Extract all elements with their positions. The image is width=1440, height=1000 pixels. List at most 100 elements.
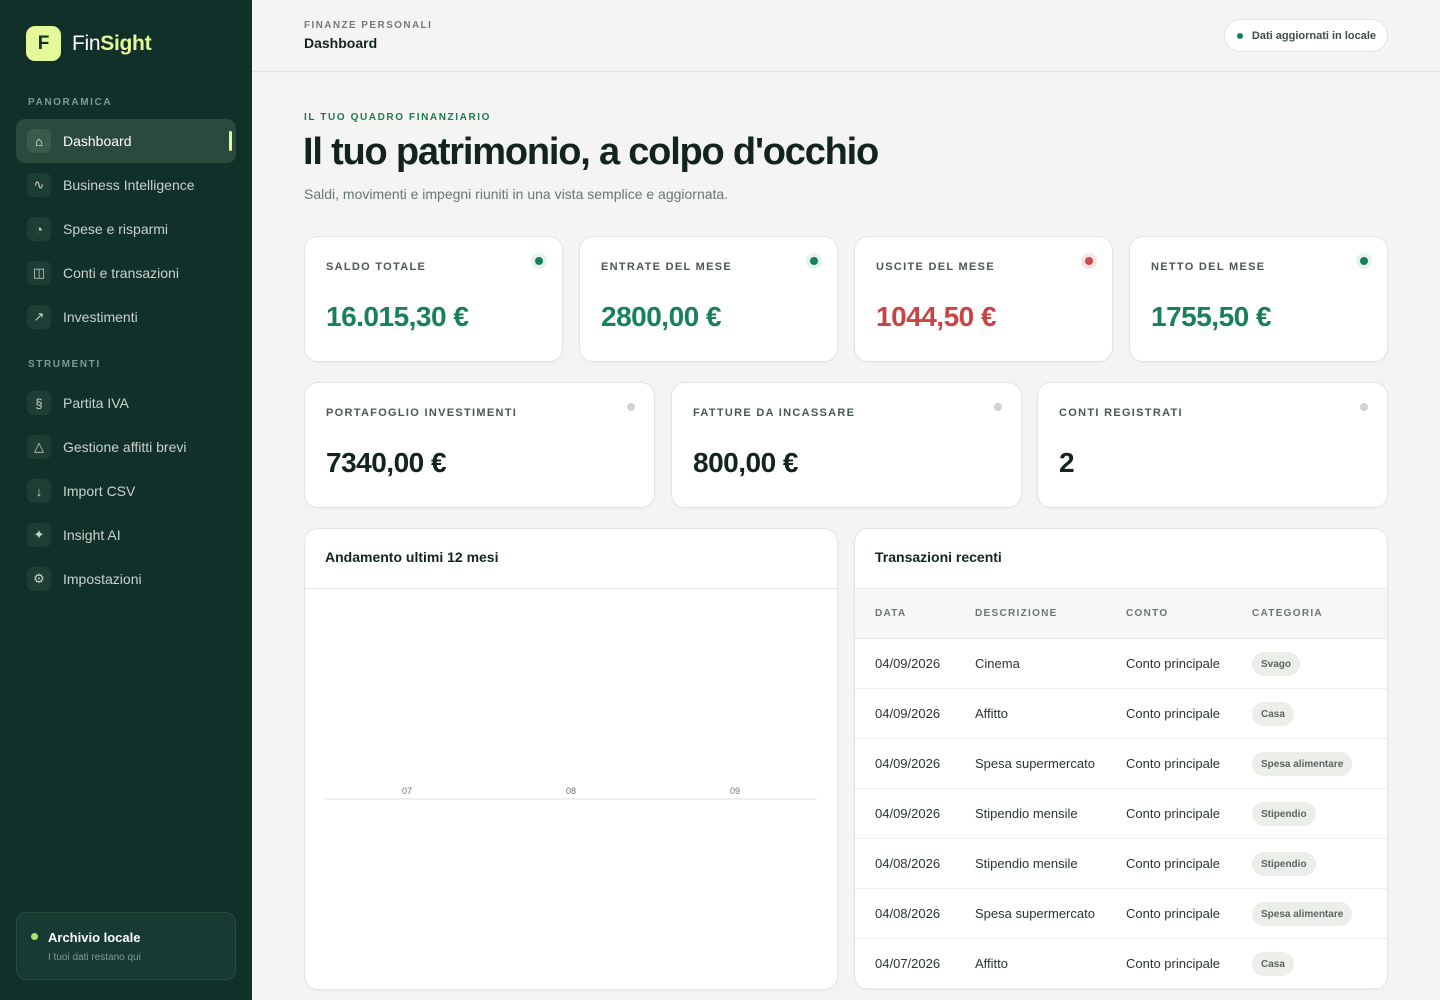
table-row[interactable]: 04/09/2026 Spesa supermercato Conto princi…	[855, 739, 1387, 789]
cell-description: Affitto	[975, 956, 1009, 971]
status-badge: Dati aggiornati in locale	[1223, 19, 1388, 52]
status-dot-icon	[806, 253, 822, 269]
cell-description: Cinema	[975, 656, 1020, 671]
cell-description: Affitto	[975, 706, 1009, 721]
sidebar-item-dashboard[interactable]: ⌂ Dashboard	[16, 119, 236, 163]
table-row[interactable]: 04/08/2026 Spesa supermercato Conto princi…	[855, 889, 1387, 939]
sidebar-item-label: Gestione affitti brevi	[63, 439, 187, 455]
table-row[interactable]: 04/09/2026 Affitto Conto principale Casa	[855, 689, 1387, 739]
metric-label: NETTO DEL MESE	[1151, 261, 1266, 273]
category-tag: Stipendio	[1252, 852, 1316, 876]
table-row[interactable]: 04/07/2026 Affitto Conto principale Casa	[855, 939, 1387, 989]
status-dot-icon	[1236, 33, 1243, 39]
gear-icon: ⚙	[27, 567, 51, 591]
pie-icon: ◔	[27, 217, 51, 241]
sidebar-item-investimenti[interactable]: ↗ Investimenti	[16, 295, 236, 339]
sidebar-item-import-csv[interactable]: ↓ Import CSV	[16, 469, 236, 513]
sidebar-item-conti-e-transazioni[interactable]: ◫ Conti e transazioni	[16, 251, 236, 295]
category-tag: Spesa alimentare	[1252, 902, 1353, 926]
archive-subtitle: I tuoi dati restano qui	[48, 952, 141, 963]
cell-description: Spesa supermercato	[975, 906, 1095, 921]
column-header-description[interactable]: DESCRIZIONE	[975, 608, 1058, 619]
sidebar-item-label: Spese e risparmi	[63, 221, 169, 237]
cell-description: Spesa supermercato	[975, 756, 1095, 771]
hero-kicker: IL TUO QUADRO FINANZIARIO	[304, 112, 492, 123]
sidebar-item-insight-ai[interactable]: ✦ Insight AI	[16, 513, 236, 557]
local-archive-card: Archivio locale I tuoi dati restano qui	[16, 912, 236, 980]
triangle-icon: △	[27, 435, 51, 459]
category-tag: Stipendio	[1252, 802, 1316, 826]
metric-value: 2800,00 €	[601, 301, 722, 332]
status-dot-icon	[1356, 253, 1372, 269]
status-dot-icon	[990, 399, 1006, 415]
top-bar: FINANZE PERSONALI Dashboard Dati aggiorn…	[252, 0, 1440, 72]
sidebar-item-partita-iva[interactable]: § Partita IVA	[16, 381, 236, 425]
metric-label: USCITE DEL MESE	[876, 261, 995, 273]
cell-date: 04/09/2026	[875, 656, 941, 671]
brand-logo: F	[26, 26, 61, 61]
sidebar-item-label: Insight AI	[63, 527, 121, 543]
metric-label: CONTI REGISTRATI	[1059, 407, 1183, 419]
trend-icon: ∿	[27, 173, 51, 197]
trend-chart-panel: Andamento ultimi 12 mesi 07 08 09	[304, 528, 838, 990]
cell-account: Conto principale	[1126, 856, 1220, 871]
sidebar-item-gestione-affitti-brevi[interactable]: △ Gestione affitti brevi	[16, 425, 236, 469]
metric-card-entrate-del-mese: ENTRATE DEL MESE 2800,00 €	[579, 236, 838, 362]
brand-name: FinSight	[72, 31, 152, 55]
metric-card-portafoglio-investimenti: PORTAFOGLIO INVESTIMENTI 7340,00 €	[304, 382, 655, 508]
metric-card-saldo-totale: SALDO TOTALE 16.015,30 €	[304, 236, 563, 362]
category-tag: Svago	[1252, 652, 1301, 676]
cell-account: Conto principale	[1126, 706, 1220, 721]
x-tick-label: 08	[566, 786, 576, 796]
column-header-category[interactable]: CATEGORIA	[1252, 608, 1323, 619]
sidebar-item-label: Import CSV	[63, 483, 136, 499]
metric-value: 7340,00 €	[326, 447, 447, 478]
section-icon: §	[27, 391, 51, 415]
cell-date: 04/07/2026	[875, 956, 941, 971]
nav-section-tools: STRUMENTI	[28, 359, 101, 370]
table-row[interactable]: 04/08/2026 Stipendio mensile Conto princip…	[855, 839, 1387, 889]
breadcrumb-section: FINANZE PERSONALI	[304, 20, 433, 31]
brand[interactable]: F FinSight	[26, 26, 152, 61]
recent-transactions-panel: Transazioni recenti DATA DESCRIZIONE CON…	[854, 528, 1388, 990]
metric-card-conti-registrati: CONTI REGISTRATI 2	[1037, 382, 1388, 508]
sparkle-icon: ✦	[27, 523, 51, 547]
chart-panel-title: Andamento ultimi 12 mesi	[325, 549, 499, 565]
metric-value: 800,00 €	[693, 447, 799, 478]
sidebar-item-spese-e-risparmi[interactable]: ◔ Spese e risparmi	[16, 207, 236, 251]
status-dot-icon	[531, 253, 547, 269]
metric-value: 1044,50 €	[876, 301, 997, 332]
cell-description: Stipendio mensile	[975, 806, 1078, 821]
sidebar-item-business-intelligence[interactable]: ∿ Business Intelligence	[16, 163, 236, 207]
x-tick-label: 09	[730, 786, 740, 796]
status-text: Dati aggiornati in locale	[1251, 29, 1376, 42]
cell-account: Conto principale	[1126, 756, 1220, 771]
trend-chart: 07 08 09	[325, 786, 817, 800]
table-row[interactable]: 04/09/2026 Cinema Conto principale Svago	[855, 639, 1387, 689]
column-header-account[interactable]: CONTO	[1126, 608, 1168, 619]
wallet-icon: ◫	[27, 261, 51, 285]
sidebar-item-label: Investimenti	[63, 309, 138, 325]
archive-title: Archivio locale	[48, 930, 141, 945]
metric-card-netto-del-mese: NETTO DEL MESE 1755,50 €	[1129, 236, 1388, 362]
category-tag: Casa	[1252, 702, 1294, 726]
metric-card-fatture-da-incassare: FATTURE DA INCASSARE 800,00 €	[671, 382, 1022, 508]
download-icon: ↓	[27, 479, 51, 503]
sidebar-item-label: Business Intelligence	[63, 177, 195, 193]
metric-label: SALDO TOTALE	[326, 261, 427, 273]
sidebar: F FinSight PANORAMICA ⌂ Dashboard ∿ Busines…	[0, 0, 252, 1000]
transactions-panel-title: Transazioni recenti	[875, 549, 1002, 565]
sidebar-item-label: Partita IVA	[63, 395, 129, 411]
cell-account: Conto principale	[1126, 656, 1220, 671]
cell-date: 04/08/2026	[875, 856, 941, 871]
hero-subtitle: Saldi, movimenti e impegni riuniti in un…	[304, 186, 729, 202]
cell-description: Stipendio mensile	[975, 856, 1078, 871]
sidebar-item-label: Dashboard	[63, 133, 132, 149]
category-tag: Spesa alimentare	[1252, 752, 1353, 776]
table-row[interactable]: 04/09/2026 Stipendio mensile Conto princip…	[855, 789, 1387, 839]
x-tick-label: 07	[402, 786, 412, 796]
sidebar-item-impostazioni[interactable]: ⚙ Impostazioni	[16, 557, 236, 601]
metric-value: 2	[1059, 447, 1075, 478]
column-header-date[interactable]: DATA	[875, 608, 907, 619]
category-tag: Casa	[1252, 952, 1294, 976]
